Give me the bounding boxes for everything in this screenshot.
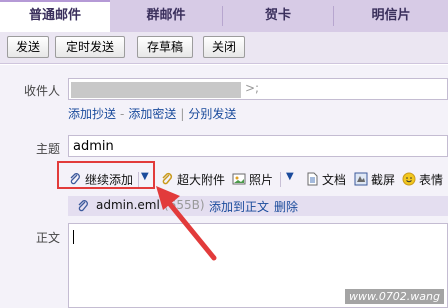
site-watermark: www.0702.wang xyxy=(345,289,444,304)
annotation-arrow xyxy=(156,186,217,261)
arrow-shaft xyxy=(162,195,217,261)
arrow-head xyxy=(156,186,180,210)
